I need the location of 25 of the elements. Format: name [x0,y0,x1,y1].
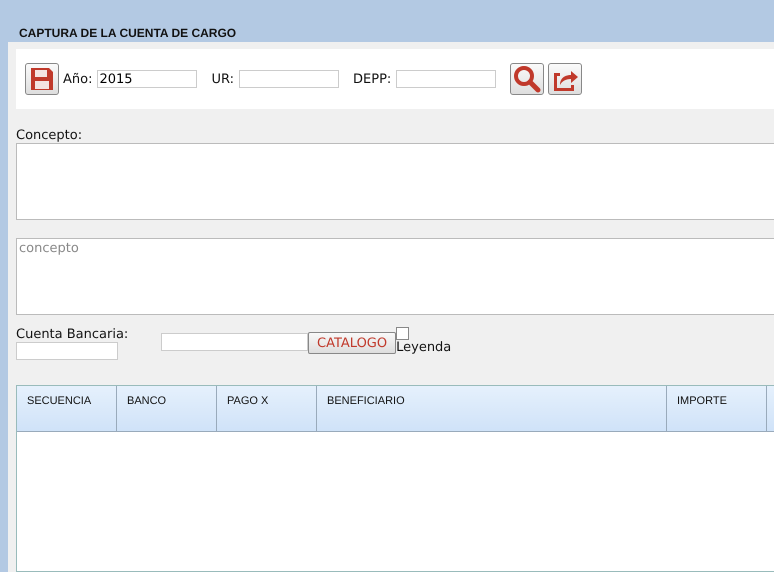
column-header[interactable]: IMPORTE [667,386,767,431]
column-header[interactable]: BENEFICIARIO [317,386,667,431]
ur-label: UR: [211,72,234,86]
concepto-text-area[interactable]: concepto [16,238,774,315]
column-header[interactable]: PAGO X [217,386,317,431]
year-label: Año: [63,72,92,86]
leyenda-checkbox[interactable] [396,327,410,340]
column-header[interactable]: SECUENCIA [17,386,117,431]
bank-account-field[interactable] [16,342,118,360]
export-button[interactable] [548,63,582,95]
depp-field[interactable] [396,70,496,88]
concepto-field[interactable] [16,143,774,220]
search-button[interactable] [510,63,544,95]
search-icon [513,65,542,93]
column-header[interactable]: BANCO [117,386,217,431]
window-title: CAPTURA DE LA CUENTA DE CARGO [19,26,236,40]
account-name-field[interactable] [161,333,308,351]
save-button[interactable] [25,63,59,95]
ur-field[interactable] [239,70,339,88]
year-field[interactable]: 2015 [97,70,198,88]
bank-account-label: Cuenta Bancaria: [16,327,130,342]
catalog-button[interactable]: CATALOGO [308,332,396,354]
leyenda-label: Leyenda [396,340,452,355]
concepto-label: Concepto: [16,128,84,143]
depp-label: DEPP: [353,72,392,86]
